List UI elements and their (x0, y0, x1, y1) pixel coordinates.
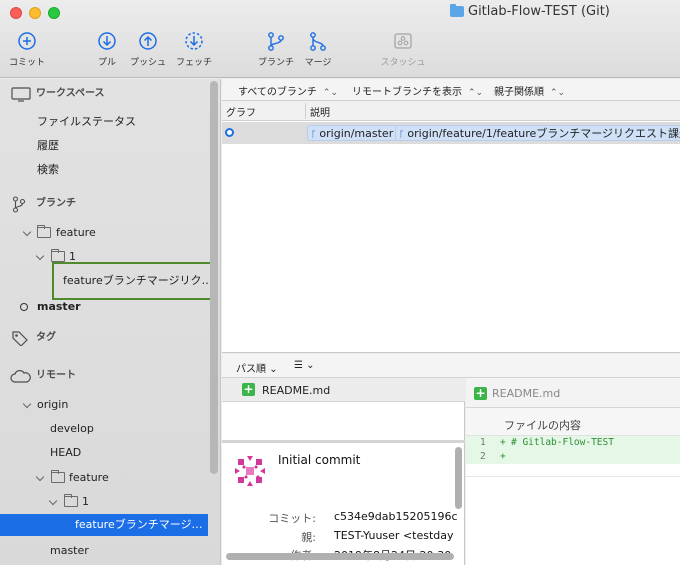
sidebar-remote-master[interactable]: master (0, 541, 208, 561)
merge-button[interactable]: マージ (300, 30, 336, 68)
parent-label: 親: (301, 531, 316, 544)
diff-pane: + README.md ファイルの内容 1 + # Gitlab-Flow-TE… (466, 378, 680, 565)
sidebar-remote-origin[interactable]: origin (0, 395, 208, 415)
pull-button[interactable]: プル (90, 30, 124, 68)
commit-hash-value[interactable]: c534e9dab15205196c (334, 510, 458, 523)
sidebar-remote-head[interactable]: HEAD (0, 443, 208, 463)
sidebar: ワークスペース ファイルステータス 履歴 検索 ブランチ feature 1 f… (0, 79, 221, 565)
updown-chevron-icon: ⌃⌄ (550, 88, 566, 98)
folder-icon (37, 225, 51, 238)
monitor-icon (11, 87, 31, 102)
sidebar-branch-master[interactable]: master (0, 297, 208, 317)
chevron-down-icon: ⌄ (269, 364, 278, 375)
sidebar-section-tags[interactable]: タグ (0, 328, 208, 348)
fetch-arrow-icon (185, 32, 203, 50)
chevron-down-icon[interactable] (48, 496, 58, 506)
sidebar-section-remotes[interactable]: リモート (0, 366, 208, 386)
diff-line[interactable]: 2 + (466, 450, 680, 464)
sidebar-item-search[interactable]: 検索 (0, 160, 208, 180)
window-toolbar: Gitlab-Flow-TEST (Git) コミット プル プッシュ フェッチ… (0, 0, 680, 78)
show-remote-branches-select[interactable]: リモートブランチを表示 ⌃⌄ (352, 83, 483, 98)
folder-icon (64, 494, 78, 507)
chevron-down-icon[interactable] (35, 472, 45, 482)
file-list-toolbar: パス順 ⌄ ☰ ⌄ (222, 354, 680, 378)
close-window-button[interactable] (10, 7, 22, 19)
focus-ring (52, 262, 212, 300)
folder-icon (51, 249, 65, 262)
branch-button[interactable]: ブランチ (256, 30, 296, 68)
file-added-icon: + (242, 382, 255, 396)
window-title: Gitlab-Flow-TEST (Git) (450, 4, 610, 19)
column-divider[interactable] (305, 103, 306, 119)
branch-tag-origin-feature[interactable]: ᚴ origin/feature/1/featureブランチマージリクエスト課題 (395, 125, 680, 141)
sidebar-remote-develop[interactable]: develop (0, 419, 208, 439)
commit-message: Initial commit (278, 453, 361, 467)
pull-arrow-icon (98, 32, 116, 50)
chevron-down-icon: ⌄ (306, 360, 315, 371)
chevron-down-icon[interactable] (22, 227, 32, 237)
diff-divider (466, 476, 680, 477)
parent-value[interactable]: TEST-Yuuser <testday (334, 529, 454, 542)
tag-icon (12, 331, 28, 346)
branch-icon: ᚴ (399, 130, 405, 140)
push-arrow-icon (139, 32, 157, 50)
changed-files-pane: + README.md (222, 378, 465, 440)
commit-details-vscrollbar[interactable] (454, 443, 463, 513)
diff-line[interactable]: 1 + # Gitlab-Flow-TEST (466, 436, 680, 450)
branch-icon: ᚴ (311, 130, 317, 140)
scrollbar-thumb[interactable] (455, 447, 462, 509)
commit-hash-label: コミット: (268, 512, 316, 525)
sidebar-item-history[interactable]: 履歴 (0, 136, 208, 156)
chevron-down-icon[interactable] (35, 251, 45, 261)
file-row-readme[interactable]: + README.md (222, 378, 465, 402)
folder-icon (450, 4, 464, 17)
sidebar-section-workspace[interactable]: ワークスペース (0, 84, 208, 104)
sidebar-folder-feature[interactable]: feature (0, 223, 208, 243)
stash-button[interactable]: スタッシュ (376, 30, 430, 68)
commit-row[interactable]: ᚴ origin/master ᚴ origin/feature/1/feature… (222, 122, 680, 144)
all-branches-select[interactable]: すべてのブランチ ⌃⌄ (238, 83, 338, 98)
commit-list-header: グラフ 説明 (222, 101, 680, 121)
sort-by-path-select[interactable]: パス順 ⌄ (236, 360, 278, 375)
branch-icon (268, 32, 284, 51)
description-column-header[interactable]: 説明 (310, 104, 330, 119)
push-button[interactable]: プッシュ (128, 30, 168, 68)
graph-column-header[interactable]: グラフ (226, 104, 256, 119)
sidebar-scrollbar-thumb[interactable] (210, 81, 218, 474)
diff-file-header: + README.md (466, 378, 680, 408)
cloud-icon (10, 370, 31, 383)
updown-chevron-icon: ⌃⌄ (468, 88, 484, 98)
sidebar-remote-branch-feature[interactable]: featureブランチマージ… (0, 514, 208, 536)
commit-graph-node (225, 128, 234, 137)
branch-tag-origin-master[interactable]: ᚴ origin/master (307, 125, 399, 141)
sidebar-scrollbar[interactable] (209, 79, 219, 565)
commit-button[interactable]: コミット (6, 30, 48, 68)
sidebar-remote-folder-feature[interactable]: feature (0, 468, 208, 488)
merge-icon (310, 32, 326, 51)
sidebar-item-file-status[interactable]: ファイルステータス (0, 112, 208, 132)
stash-icon (394, 33, 412, 49)
ancestor-order-select[interactable]: 親子関係順 ⌃⌄ (494, 83, 565, 98)
sidebar-section-branches[interactable]: ブランチ (0, 194, 208, 214)
folder-icon (51, 470, 65, 483)
current-branch-indicator-icon (20, 303, 28, 311)
updown-chevron-icon: ⌃⌄ (322, 88, 338, 98)
file-added-icon: + (474, 386, 487, 400)
diff-hunk-header: ファイルの内容 (466, 408, 680, 436)
commit-details-pane: Initial commit コミット: c534e9dab15205196c … (222, 443, 465, 565)
sidebar-remote-folder-1[interactable]: 1 (0, 492, 208, 512)
minimize-window-button[interactable] (29, 7, 41, 19)
avatar (232, 453, 268, 489)
commit-details-hscrollbar[interactable] (226, 553, 454, 560)
branch-icon (12, 196, 26, 213)
view-options-select[interactable]: ☰ ⌄ (294, 360, 315, 371)
chevron-down-icon[interactable] (22, 399, 32, 409)
commit-plus-icon (18, 32, 36, 50)
branch-filter-bar: すべてのブランチ ⌃⌄ リモートブランチを表示 ⌃⌄ 親子関係順 ⌃⌄ (222, 79, 680, 101)
commit-list: ᚴ origin/master ᚴ origin/feature/1/feature… (222, 121, 680, 353)
zoom-window-button[interactable] (48, 7, 60, 19)
list-view-icon: ☰ (294, 360, 303, 371)
fetch-button[interactable]: フェッチ (174, 30, 214, 68)
